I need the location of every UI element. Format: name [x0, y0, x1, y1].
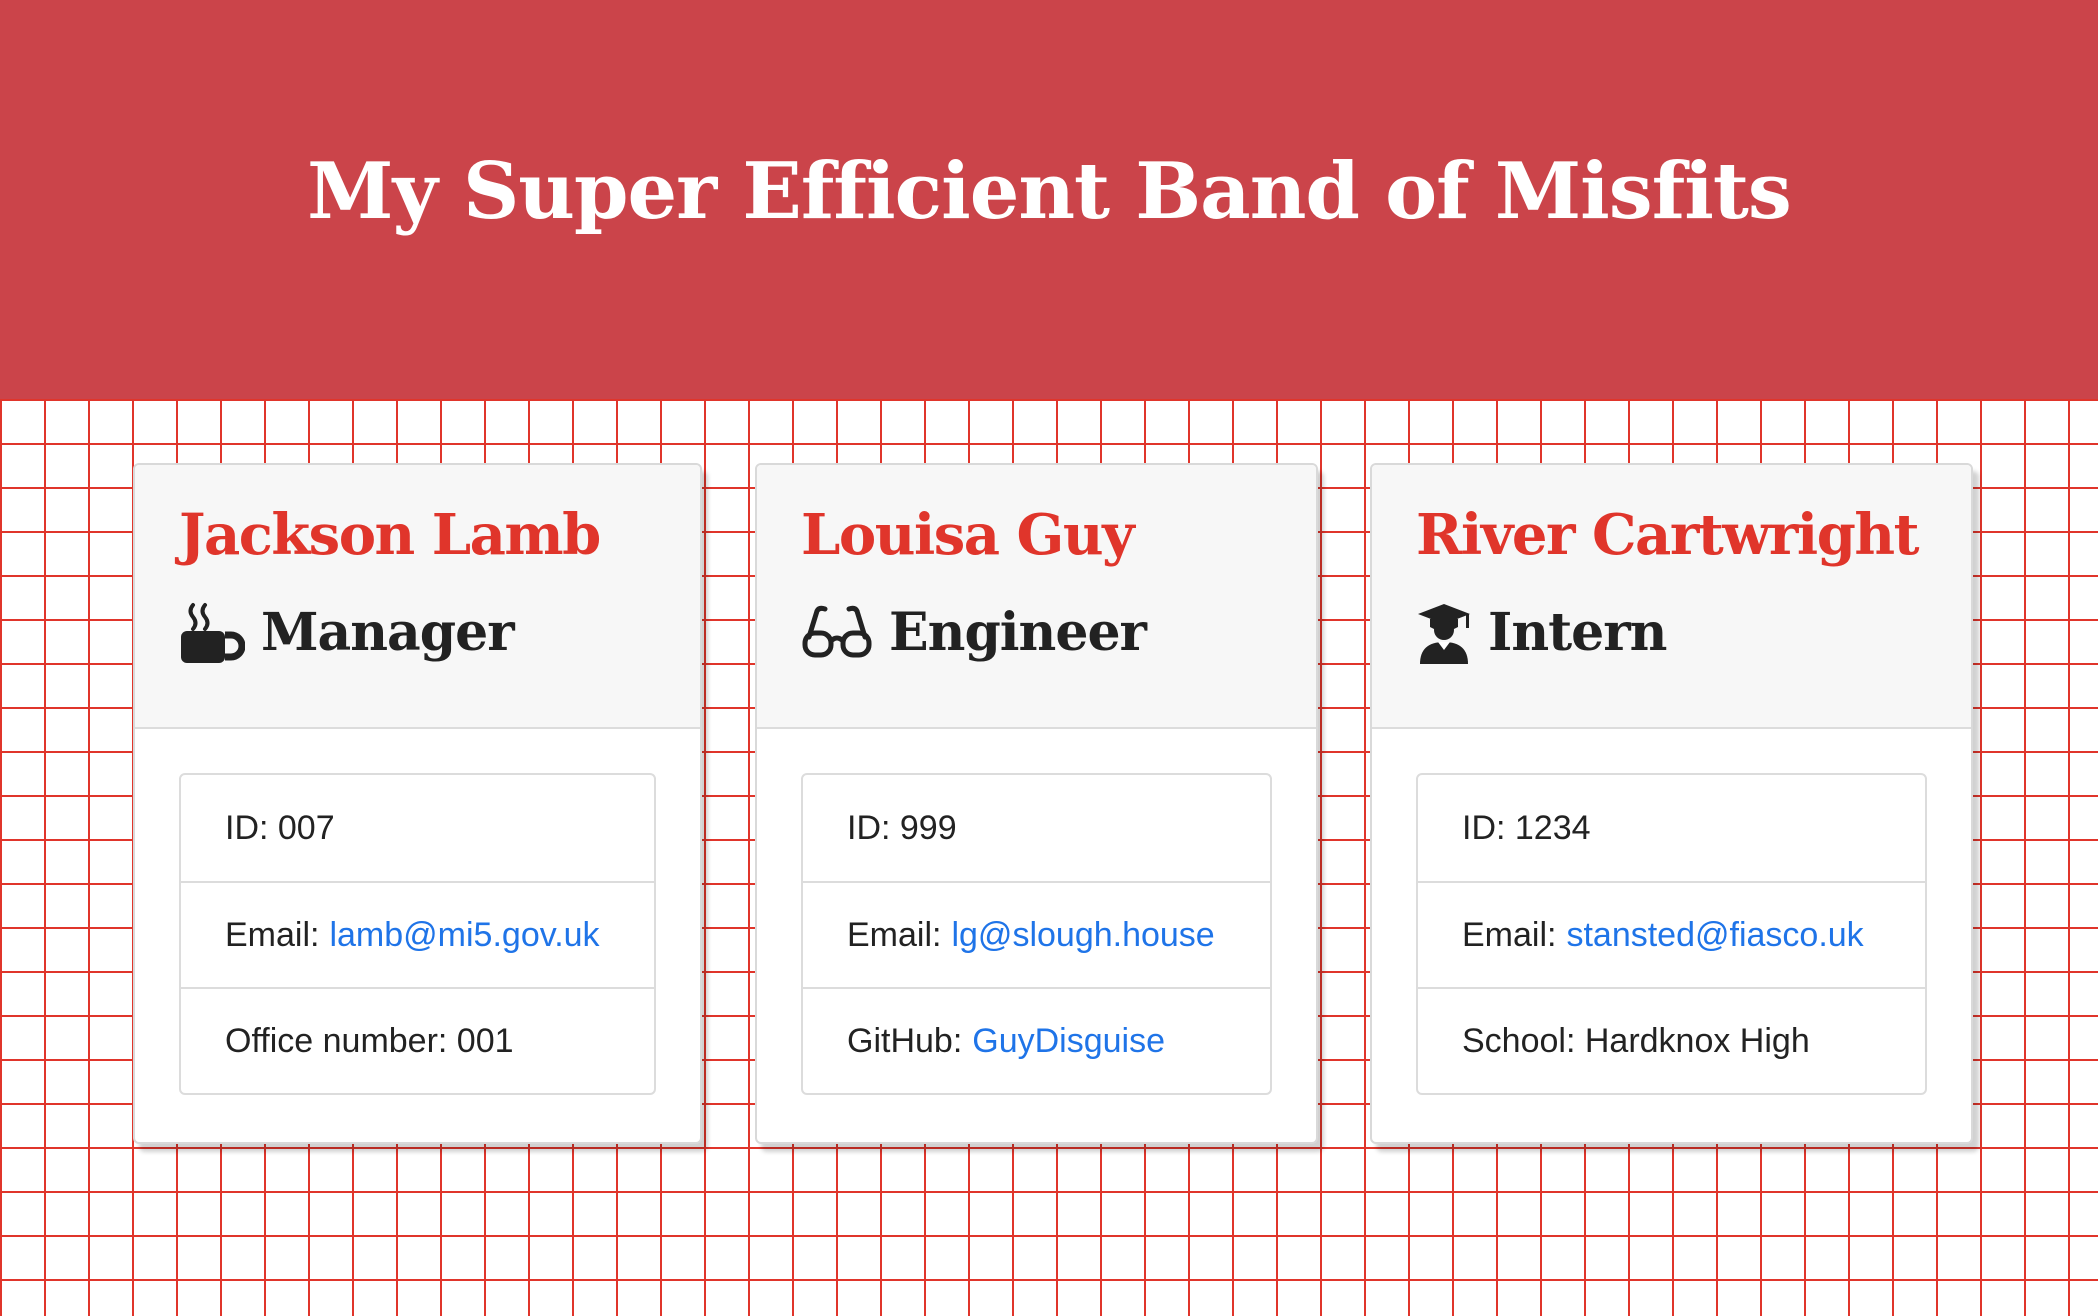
card-body: ID: 1234 Email: stansted@fiasco.uk Schoo… — [1372, 729, 1971, 1095]
github-item: GitHub: GuyDisguise — [803, 987, 1270, 1093]
graduate-icon — [1416, 602, 1472, 664]
office-number-item: Office number: 001 — [181, 987, 654, 1093]
employee-role: Intern — [1416, 597, 1971, 669]
id-item: ID: 999 — [803, 775, 1270, 881]
email-item: Email: lamb@mi5.gov.uk — [181, 881, 654, 987]
email-link[interactable]: stansted@fiasco.uk — [1566, 916, 1863, 955]
employee-card-engineer: Louisa Guy Engineer ID: 999 Email: lg@sl… — [755, 463, 1318, 1144]
employee-name: River Cartwright — [1416, 502, 1919, 568]
id-text: ID: 007 — [225, 808, 335, 847]
email-link[interactable]: lamb@mi5.gov.uk — [329, 916, 599, 955]
glasses-icon — [801, 605, 873, 661]
email-label: Email: — [1462, 915, 1557, 954]
email-label: Email: — [225, 915, 320, 954]
employee-role: Engineer — [801, 597, 1316, 669]
employee-role: Manager — [179, 597, 700, 669]
id-text: ID: 999 — [847, 808, 957, 847]
employee-name: Louisa Guy — [801, 502, 1135, 568]
card-header: River Cartwright Intern — [1372, 465, 1971, 729]
employee-card-intern: River Cartwright Intern ID: 1234 Email: … — [1370, 463, 1973, 1144]
email-item: Email: lg@slough.house — [803, 881, 1270, 987]
id-text: ID: 1234 — [1462, 808, 1591, 847]
info-list: ID: 999 Email: lg@slough.house GitHub: G… — [801, 773, 1272, 1095]
coffee-mug-icon — [179, 601, 245, 665]
employee-card-manager: Jackson Lamb Manager ID: 007 Email: lamb… — [133, 463, 702, 1144]
info-list: ID: 007 Email: lamb@mi5.gov.uk Office nu… — [179, 773, 656, 1095]
school-item: School: Hardknox High — [1418, 987, 1925, 1093]
role-label: Engineer — [889, 602, 1147, 663]
office-number-text: Office number: 001 — [225, 1021, 514, 1060]
role-label: Intern — [1488, 602, 1667, 663]
card-body: ID: 007 Email: lamb@mi5.gov.uk Office nu… — [135, 729, 700, 1095]
email-link[interactable]: lg@slough.house — [951, 916, 1214, 955]
school-text: School: Hardknox High — [1462, 1021, 1810, 1060]
page-title: My Super Efficient Band of Misfits — [307, 146, 1792, 237]
employee-name: Jackson Lamb — [179, 502, 601, 568]
card-header: Louisa Guy Engineer — [757, 465, 1316, 729]
card-header: Jackson Lamb Manager — [135, 465, 700, 729]
info-list: ID: 1234 Email: stansted@fiasco.uk Schoo… — [1416, 773, 1927, 1095]
card-body: ID: 999 Email: lg@slough.house GitHub: G… — [757, 729, 1316, 1095]
email-item: Email: stansted@fiasco.uk — [1418, 881, 1925, 987]
github-link[interactable]: GuyDisguise — [972, 1022, 1165, 1061]
id-item: ID: 1234 — [1418, 775, 1925, 881]
page-banner: My Super Efficient Band of Misfits — [0, 0, 2098, 399]
role-label: Manager — [261, 602, 515, 663]
id-item: ID: 007 — [181, 775, 654, 881]
email-label: Email: — [847, 915, 942, 954]
github-label: GitHub: — [847, 1021, 963, 1060]
